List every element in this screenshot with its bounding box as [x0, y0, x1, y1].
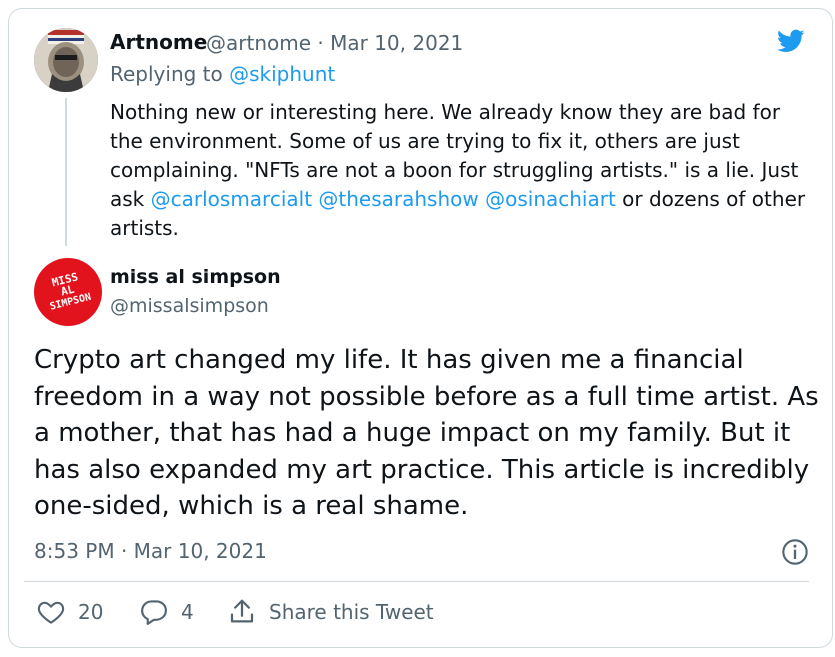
heart-icon	[37, 601, 65, 624]
timestamp-separator: ·	[120, 539, 128, 563]
meta-separator: ·	[317, 31, 324, 55]
thread-line	[65, 98, 67, 246]
like-button[interactable]: 20	[36, 597, 103, 627]
comment-icon	[141, 600, 167, 625]
parent-author-handle[interactable]: @artnome	[206, 31, 311, 55]
tweet-date[interactable]: Mar 10, 2021	[134, 539, 267, 563]
replying-to-mention[interactable]: @skiphunt	[229, 62, 335, 86]
replying-to: Replying to @skiphunt	[110, 62, 335, 86]
author-handle[interactable]: @missalsimpson	[110, 295, 269, 317]
twitter-bird-icon[interactable]	[774, 27, 808, 55]
reply-button[interactable]: 4	[139, 597, 194, 627]
avatar-portrait-icon	[34, 28, 98, 92]
divider	[24, 581, 809, 582]
parent-date[interactable]: Mar 10, 2021	[330, 31, 463, 55]
tweet-text: Crypto art changed my life. It has given…	[34, 345, 819, 521]
parent-tweet-text: Nothing new or interesting here. We alre…	[110, 98, 810, 243]
avatar-logo: MISS AL SIMPSON	[49, 270, 93, 312]
tweet-timestamp[interactable]: 8:53 PM · Mar 10, 2021	[34, 539, 267, 563]
mention-link[interactable]: @osinachiart	[485, 187, 616, 211]
mention-link[interactable]: @thesarahshow	[318, 187, 478, 211]
share-icon	[230, 599, 254, 623]
share-label: Share this Tweet	[269, 600, 434, 624]
parent-meta: @artnome · Mar 10, 2021	[206, 31, 463, 55]
share-button[interactable]: Share this Tweet	[227, 597, 434, 627]
reply-count: 4	[181, 600, 194, 624]
artnome-avatar[interactable]	[34, 28, 98, 92]
replying-prefix: Replying to	[110, 62, 223, 86]
like-count: 20	[78, 600, 104, 624]
tweet-time[interactable]: 8:53 PM	[34, 539, 115, 563]
info-icon[interactable]	[781, 538, 809, 566]
mention-link[interactable]: @carlosmarcialt	[151, 187, 312, 211]
missalsimpson-avatar[interactable]: MISS AL SIMPSON	[34, 258, 102, 326]
parent-author-name[interactable]: Artnome	[110, 30, 207, 54]
author-name[interactable]: miss al simpson	[110, 266, 281, 288]
